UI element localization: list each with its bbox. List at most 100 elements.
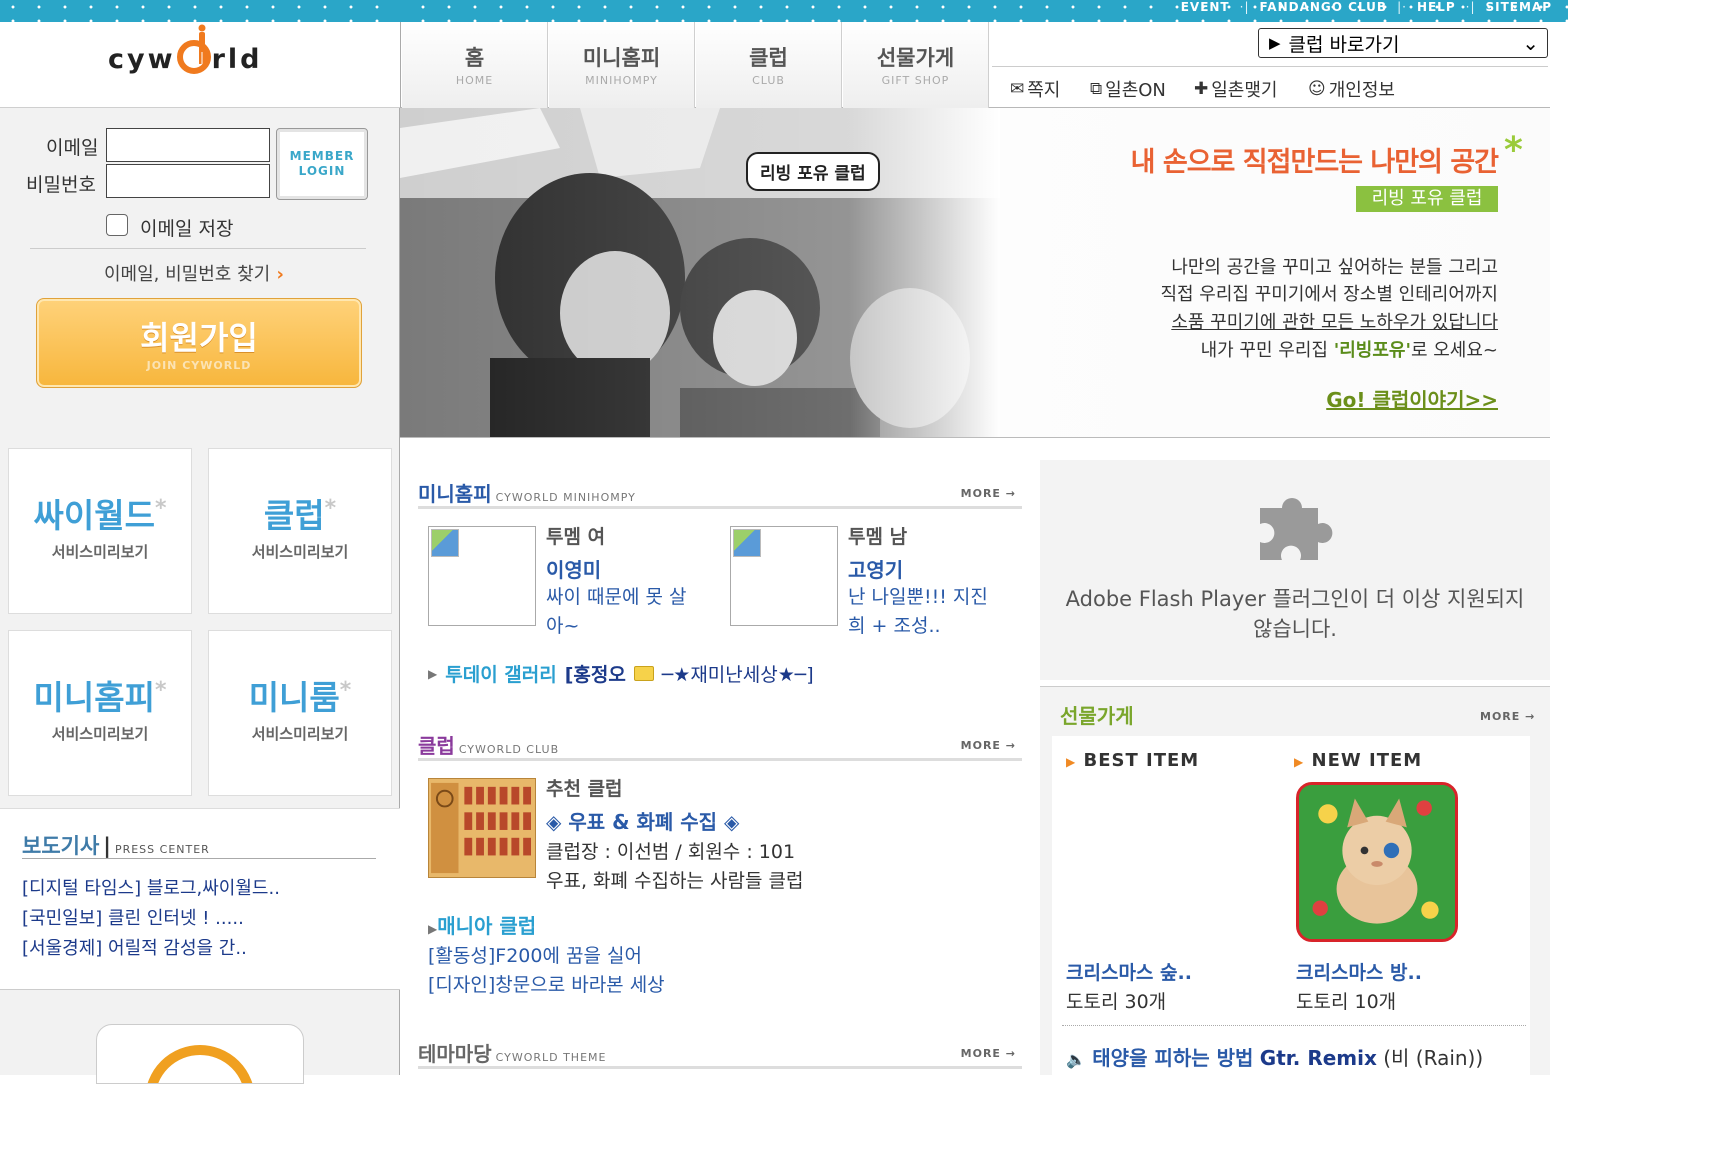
bgm-title: 태양을 피하는 방법 xyxy=(1092,1046,1254,1070)
tab-minihompy-label: 미니홈피 xyxy=(582,46,661,70)
best-item-name[interactable]: 크리스마스 숲.. xyxy=(1066,958,1192,985)
gift-shop-title: 선물가게 xyxy=(1060,704,1134,728)
tile-cyworld-title: 싸이월드 xyxy=(33,496,155,535)
star-icon: * xyxy=(1504,130,1523,171)
ilchon-on-label: 일촌ON xyxy=(1105,80,1166,101)
tile-miniroom[interactable]: 미니룸* 서비스미리보기 xyxy=(208,630,392,796)
gallery-label: 투데이 갤러리 xyxy=(445,664,557,686)
triangle-right-icon: ▶ xyxy=(428,666,438,681)
smiley-icon: ☺ xyxy=(1308,79,1326,99)
today-gallery[interactable]: ▶ 투데이 갤러리 [홍정오 ─★재미난세상★─] xyxy=(428,660,814,687)
club-title: 클럽 xyxy=(418,734,455,758)
profile-link[interactable]: ☺ 개인정보 xyxy=(1308,76,1395,102)
tile-minihompy-title: 미니홈피 xyxy=(33,678,155,717)
theme-title-en: CYWORLD THEME xyxy=(495,1051,607,1064)
message-label: 쪽지 xyxy=(1027,80,1061,101)
male-member-desc: 난 나일뿐!!! 지진 xyxy=(848,586,988,608)
cyworld-logo[interactable]: cyw rld xyxy=(108,40,262,75)
mania-club-link[interactable]: ▶매니아 클럽 xyxy=(428,910,536,939)
tab-club-label: 클럽 xyxy=(749,46,788,70)
tab-home[interactable]: 홈 HOME xyxy=(402,22,548,108)
club-rec-name: ◈ 우표 & 화폐 수집 ◈ xyxy=(546,810,740,834)
find-account-link[interactable]: 이메일, 비밀번호 찾기 › xyxy=(104,260,284,286)
press-title-en: PRESS CENTER xyxy=(114,843,210,856)
password-label: 비밀번호 xyxy=(26,174,96,196)
club-thumbnail[interactable] xyxy=(428,778,536,878)
club-story-link[interactable]: Go! 클럽이야기>> xyxy=(1326,384,1498,413)
top-link-fandango[interactable]: FANDANGO CLUB xyxy=(1259,0,1387,14)
minihompy-more-link[interactable]: MORE → xyxy=(961,487,1016,500)
broken-image-icon xyxy=(431,529,459,557)
theme-more-link[interactable]: MORE → xyxy=(961,1047,1016,1060)
mania-club-title: 매니아 클럽 xyxy=(437,914,537,938)
female-member-label: 투멤 여 xyxy=(546,526,606,548)
press-item[interactable]: [국민일보] 클린 인터넷 ! ..... xyxy=(22,904,244,930)
member-login-button[interactable]: MEMBER LOGIN xyxy=(276,128,368,200)
club-more-link[interactable]: MORE → xyxy=(961,739,1016,752)
female-member-photo[interactable] xyxy=(428,526,536,626)
more-label: MORE xyxy=(960,739,1001,752)
bgm-link[interactable]: 🔈 태양을 피하는 방법 Gtr. Remix (비 (Rain)) xyxy=(1066,1042,1483,1071)
chevron-down-icon: ⌄ xyxy=(1522,31,1539,55)
ilchon-on-link[interactable]: ⧉ 일촌ON xyxy=(1090,76,1166,102)
email-field[interactable] xyxy=(106,128,270,162)
female-member-name[interactable]: 이영미 xyxy=(546,554,601,583)
club-rec-desc: 우표, 화폐 수집하는 사람들 클럽 xyxy=(546,870,804,892)
door-icon: ⧉ xyxy=(1090,79,1103,99)
press-divider xyxy=(22,858,376,859)
speaker-icon: 🔈 xyxy=(1066,1050,1086,1069)
password-field[interactable] xyxy=(106,164,270,198)
tile-cyworld-sub: 서비스미리보기 xyxy=(51,543,149,561)
male-member-photo[interactable] xyxy=(730,526,838,626)
tab-minihompy[interactable]: 미니홈피 MINIHOMPY xyxy=(549,22,695,108)
tab-giftshop[interactable]: 선물가게 GIFT SHOP xyxy=(843,22,989,108)
envelope-icon: ✉ xyxy=(1010,79,1025,99)
male-member-name[interactable]: 고영기 xyxy=(848,554,903,583)
press-title: 보도기사 | PRESS CENTER xyxy=(22,834,210,858)
club-title-en: CYWORLD CLUB xyxy=(458,743,560,756)
tile-club[interactable]: 클럽* 서비스미리보기 xyxy=(208,448,392,614)
hero-text-line: 소품 꾸미기에 관한 모든 노하우가 있답니다 xyxy=(1171,312,1498,333)
hero-photo xyxy=(400,108,1000,437)
message-link[interactable]: ✉ 쪽지 xyxy=(1010,76,1060,102)
mania-club-item[interactable]: [활동성]F200에 꿈을 실어 xyxy=(428,941,642,968)
logo-text-left: cyw xyxy=(108,44,176,75)
mania-club-item[interactable]: [디자인]창문으로 바라본 세상 xyxy=(428,970,665,997)
join-button[interactable]: 회원가입 JOIN CYWORLD xyxy=(36,298,362,388)
ilchon-add-link[interactable]: ✚ 일촌맺기 xyxy=(1194,76,1278,102)
club-quick-select[interactable]: ▶ 클럽 바로가기 ⌄ xyxy=(1258,28,1548,58)
member-login-line1: MEMBER xyxy=(289,149,355,163)
top-link-sitemap[interactable]: SITEMAP xyxy=(1485,0,1552,14)
hero-badge: 리빙 포유 클럽 xyxy=(1356,186,1498,212)
hero-text-line: 직접 우리집 꾸미기에서 장소별 인테리어까지 xyxy=(1160,284,1498,305)
top-link-event[interactable]: EVENT xyxy=(1181,0,1230,14)
press-item[interactable]: [서울경제] 어릴적 감성을 간.. xyxy=(22,934,247,960)
tile-minihompy-sub: 서비스미리보기 xyxy=(51,725,149,743)
club-rec-name-wrap[interactable]: ◈ 우표 & 화폐 수집 ◈ xyxy=(546,806,739,835)
hero-headline: 내 손으로 직접만드는 나만의 공간 xyxy=(1130,147,1499,178)
club-rec-label: 추천 클럽 xyxy=(546,778,623,800)
more-label: MORE xyxy=(960,487,1001,500)
gift-divider xyxy=(1062,1025,1526,1026)
club-rec-info: 클럽장 : 이선범 / 회원수 : 101 xyxy=(546,841,796,863)
gift-more-link[interactable]: MORE → xyxy=(1480,710,1535,723)
save-email-label: 이메일 저장 xyxy=(140,218,234,240)
plus-icon: ✚ xyxy=(1194,79,1209,99)
save-email-checkbox[interactable] xyxy=(106,214,128,236)
more-label: MORE xyxy=(960,1047,1001,1060)
logo-text-right: rld xyxy=(211,44,263,75)
top-links: EVENT ·| FANDANGO CLUB |· HELP ·| SITEMAP xyxy=(1180,0,1552,14)
tab-home-sublabel: HOME xyxy=(455,74,494,87)
tile-minihompy[interactable]: 미니홈피* 서비스미리보기 xyxy=(8,630,192,796)
bgm-remix: Gtr. Remix xyxy=(1259,1046,1377,1070)
press-item[interactable]: [디지털 타임스] 블로그,싸이월드.. xyxy=(22,874,280,900)
top-link-help[interactable]: HELP xyxy=(1417,0,1456,14)
puzzle-plugin-icon xyxy=(1260,497,1333,560)
login-divider xyxy=(30,248,366,249)
new-item-name[interactable]: 크리스마스 방.. xyxy=(1296,958,1422,985)
bottom-banner[interactable] xyxy=(96,1024,304,1084)
tab-club[interactable]: 클럽 CLUB xyxy=(696,22,842,108)
new-item-image[interactable] xyxy=(1296,782,1458,942)
tile-cyworld[interactable]: 싸이월드* 서비스미리보기 xyxy=(8,448,192,614)
tab-giftshop-label: 선물가게 xyxy=(876,46,955,70)
